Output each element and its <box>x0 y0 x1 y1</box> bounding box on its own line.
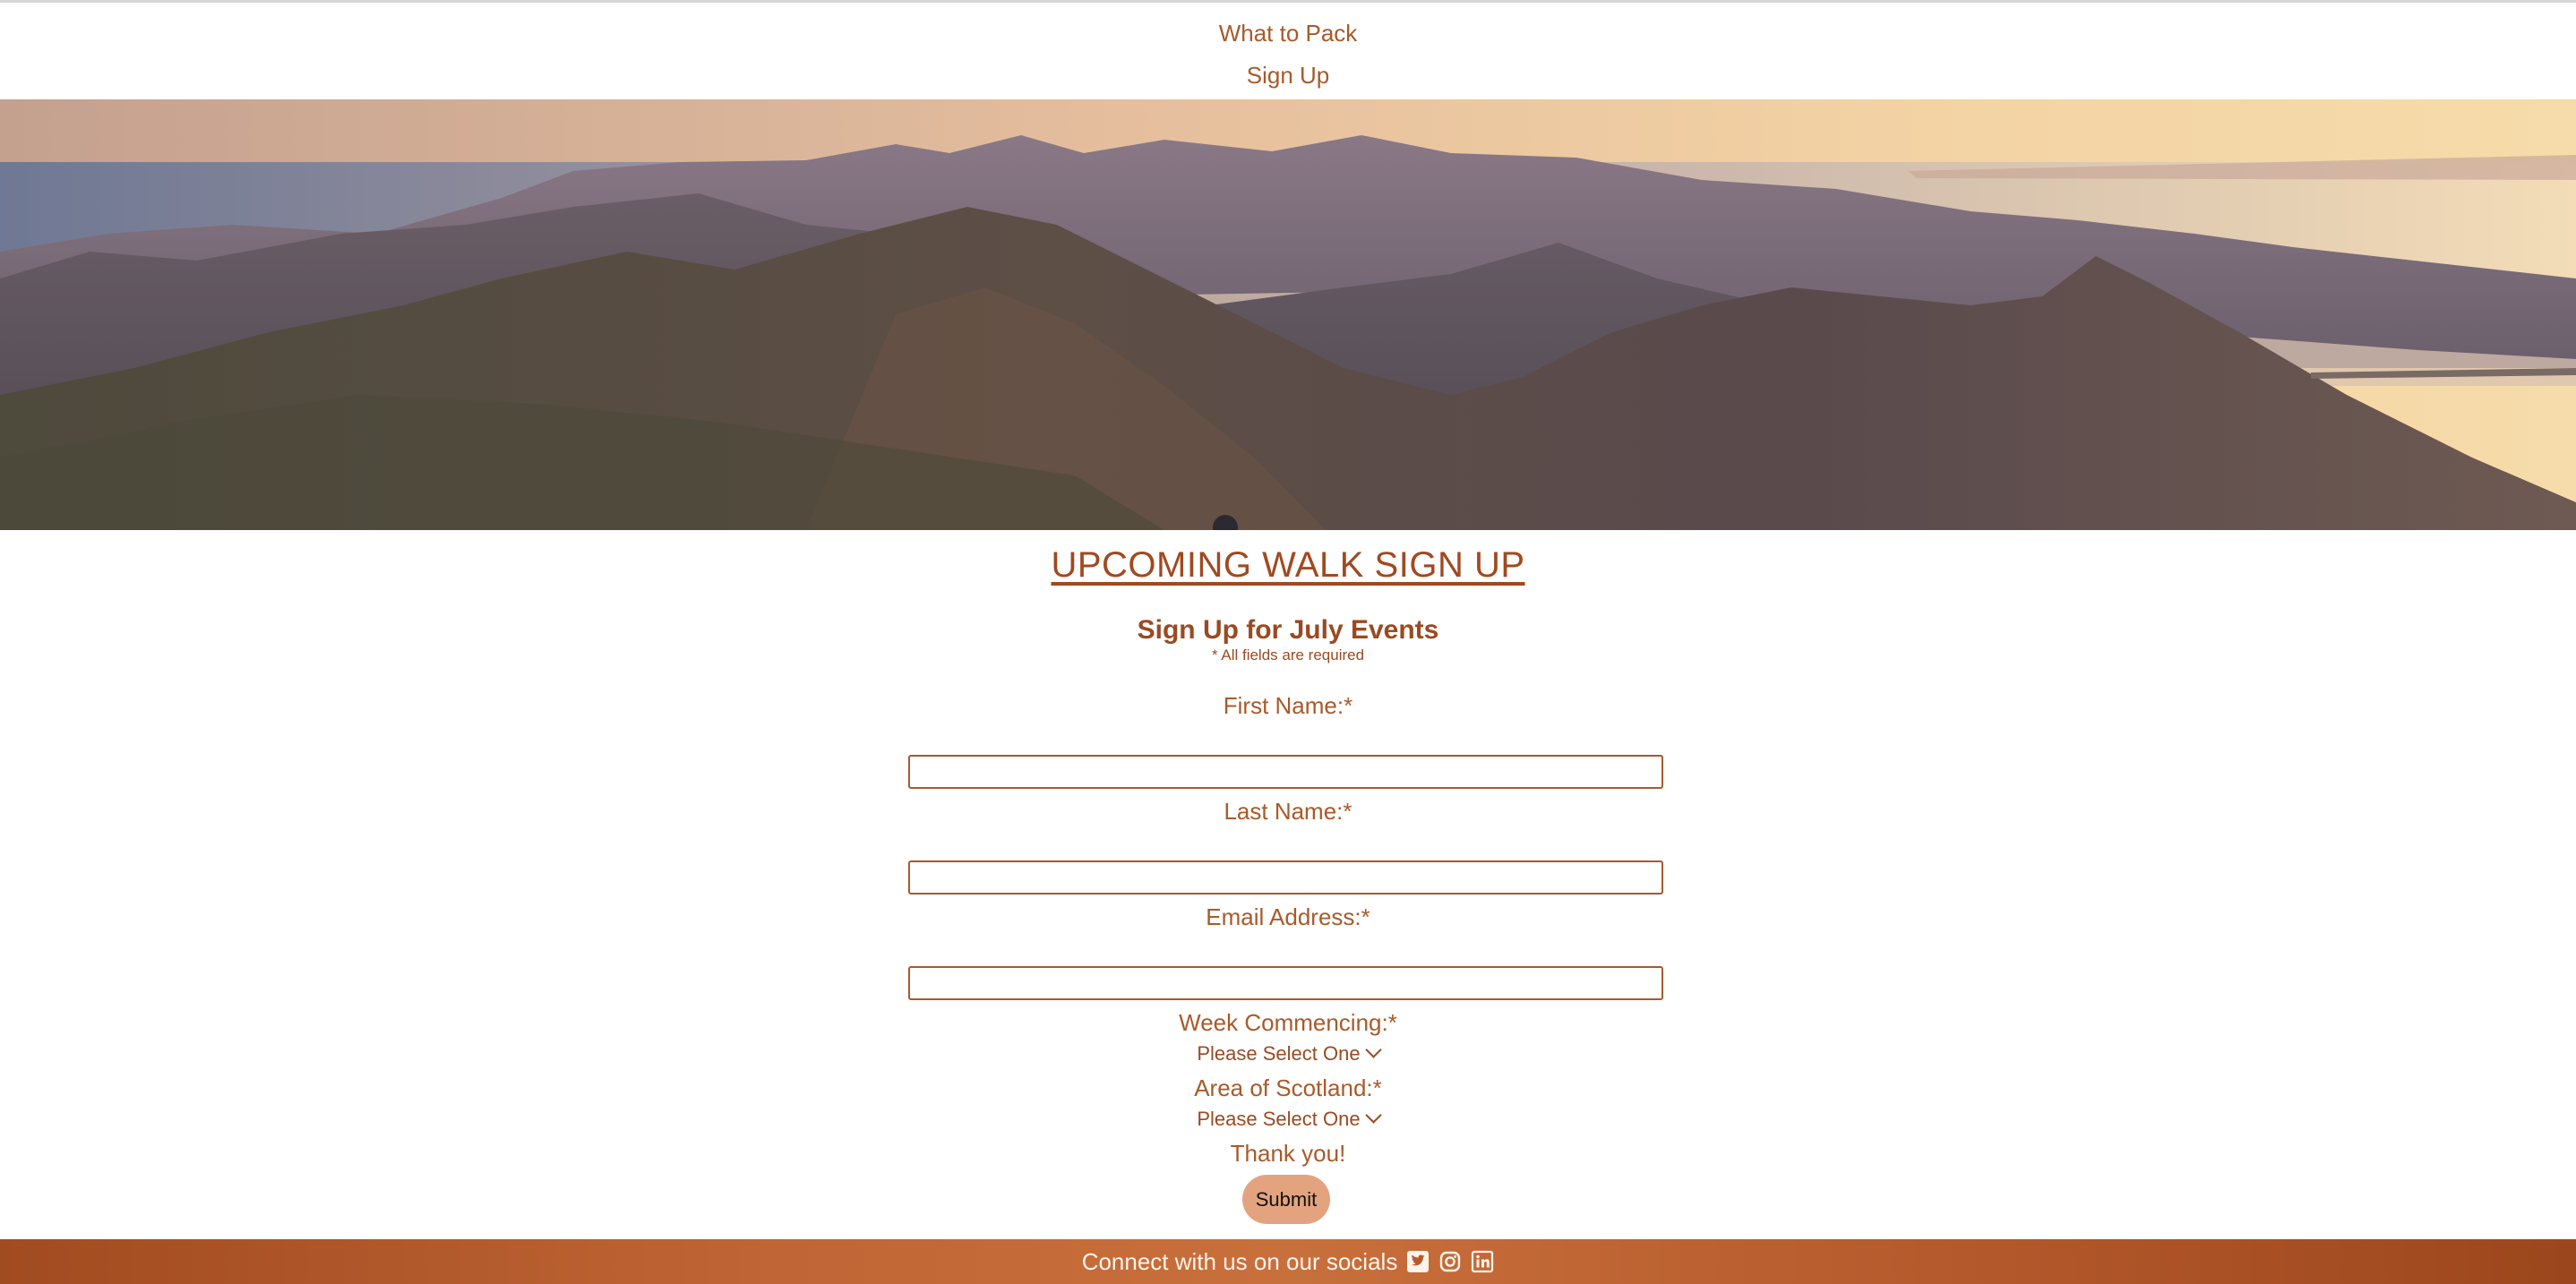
main-nav: What to Pack Sign Up <box>0 3 2576 99</box>
week-commencing-select[interactable]: Please Select One <box>0 1040 2576 1067</box>
first-name-input[interactable] <box>908 755 1663 789</box>
thank-you-text: Thank you! <box>1230 1140 1346 1167</box>
page-heading: UPCOMING WALK SIGN UP <box>1051 545 1525 585</box>
page: What to Pack Sign Up UPCOMING WALK SIGN … <box>0 0 2576 1284</box>
email-label: Email Address:* <box>1206 903 1370 930</box>
nav-what-to-pack[interactable]: What to Pack <box>0 15 2576 51</box>
last-name-input[interactable] <box>908 860 1663 895</box>
first-name-label: First Name:* <box>1223 692 1353 719</box>
area-value: Please Select One <box>1197 1108 1361 1130</box>
email-input[interactable] <box>908 966 1663 1000</box>
form-subheading: Sign Up for July Events <box>1137 615 1439 645</box>
submit-button[interactable]: Submit <box>1242 1175 1330 1224</box>
footer-content: Connect with us on our socials <box>0 1239 2576 1284</box>
nav-sign-up[interactable]: Sign Up <box>0 57 2576 93</box>
twitter-icon[interactable] <box>1406 1250 1430 1273</box>
area-label: Area of Scotland:* <box>1194 1074 1382 1101</box>
week-commencing-value: Please Select One <box>1197 1042 1361 1065</box>
footer-text: Connect with us on our socials <box>1081 1248 1398 1275</box>
chevron-down-icon <box>1364 1107 1382 1124</box>
instagram-icon[interactable] <box>1438 1250 1462 1273</box>
area-select[interactable]: Please Select One <box>0 1106 2576 1133</box>
week-commencing-label: Week Commencing:* <box>1179 1009 1397 1036</box>
required-note: * All fields are required <box>1211 646 1365 663</box>
last-name-label: Last Name:* <box>1224 798 1352 825</box>
footer: Connect with us on our socials <box>0 1239 2576 1284</box>
chevron-down-icon <box>1364 1041 1382 1058</box>
linkedin-icon[interactable] <box>1471 1250 1494 1273</box>
hero-mountain-image <box>0 99 2576 530</box>
